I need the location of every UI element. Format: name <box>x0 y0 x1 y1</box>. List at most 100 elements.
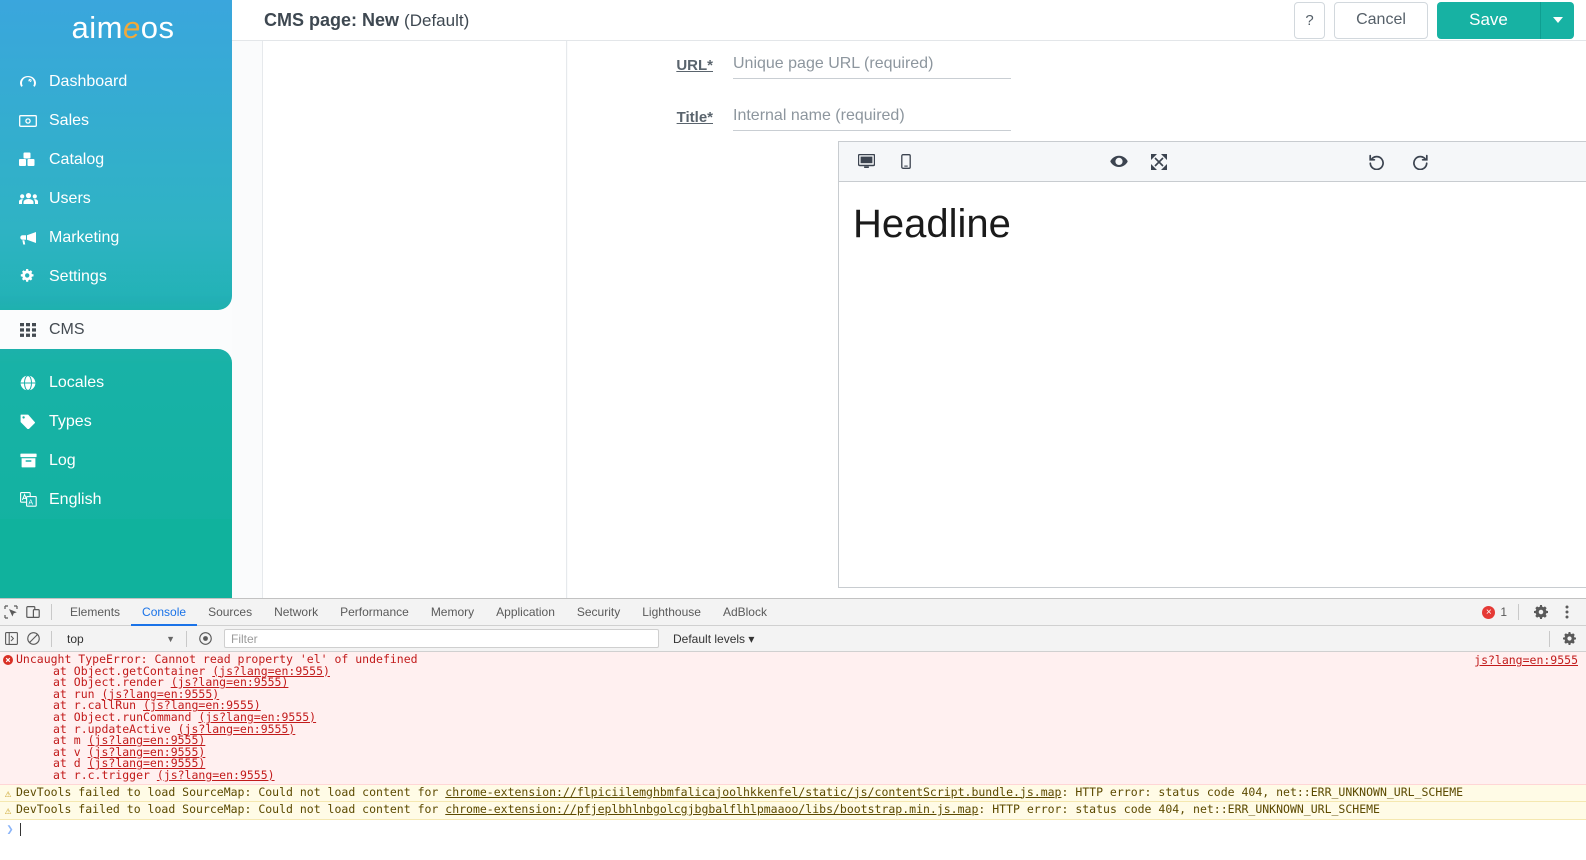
inspect-element-icon[interactable] <box>0 601 22 623</box>
tab-network[interactable]: Network <box>263 599 329 626</box>
redo-icon[interactable] <box>1407 149 1433 175</box>
boxes-icon <box>18 151 38 169</box>
application-window: aim e os Dashboard Sales Catalog Users M… <box>0 0 1586 598</box>
save-dropdown-button[interactable] <box>1540 1 1574 39</box>
sidebar-item-settings[interactable]: Settings <box>0 257 232 296</box>
warning-link[interactable]: chrome-extension://flpiciilemghbmfalicaj… <box>445 785 1061 799</box>
tab-sources[interactable]: Sources <box>197 599 263 626</box>
sidebar-item-users[interactable]: Users <box>0 179 232 218</box>
logo-text-before: aim <box>71 10 123 45</box>
undo-icon[interactable] <box>1363 149 1389 175</box>
help-button[interactable]: ? <box>1294 1 1325 39</box>
stack-link[interactable]: (js?lang=en:9555) <box>157 768 275 782</box>
tab-performance[interactable]: Performance <box>329 599 420 626</box>
canvas-headline[interactable]: Headline <box>853 200 1586 248</box>
money-icon <box>18 112 38 130</box>
sidebar-item-types[interactable]: Types <box>0 402 232 441</box>
title-input[interactable] <box>733 107 1011 125</box>
grid-icon <box>18 321 38 339</box>
tab-adblock[interactable]: AdBlock <box>712 599 778 626</box>
page-builder: Headline <box>838 141 1586 588</box>
execution-context-value: top <box>67 631 84 646</box>
clear-console-icon[interactable] <box>22 628 44 650</box>
title-field-wrap <box>733 107 1011 131</box>
console-input-cursor <box>20 823 21 837</box>
logo-text-accent: e <box>122 10 141 45</box>
sidebar-item-label: Log <box>49 451 76 469</box>
tab-console[interactable]: Console <box>131 599 198 626</box>
users-icon <box>18 190 38 208</box>
svg-text:A: A <box>28 499 33 506</box>
desktop-icon[interactable] <box>853 149 879 175</box>
topbar-actions: ? Cancel Save <box>1294 1 1586 39</box>
sidebar-item-log[interactable]: Log <box>0 441 232 480</box>
console-filter-input[interactable] <box>224 629 659 648</box>
history-buttons <box>1363 149 1433 175</box>
filterbar-right <box>1549 628 1586 650</box>
devtools-more-menu-icon[interactable] <box>1556 601 1578 623</box>
main-panel: URL* Title* <box>568 41 1586 598</box>
filterbar-divider-3 <box>1549 630 1550 647</box>
save-button[interactable]: Save <box>1437 1 1540 39</box>
warning-link[interactable]: chrome-extension://pfjeplbhlnbgolcgjbgba… <box>445 802 978 816</box>
devtools-settings-gear-icon[interactable] <box>1530 601 1552 623</box>
stack-text: at r.c.trigger <box>53 767 157 782</box>
console-log-levels-select[interactable]: Default levels ▾ <box>673 632 754 646</box>
sidebar-item-label: Types <box>49 412 92 430</box>
page-builder-canvas[interactable]: Headline <box>839 182 1586 587</box>
eye-icon[interactable] <box>1106 149 1132 175</box>
language-icon: A <box>18 491 38 509</box>
archive-icon <box>18 452 38 470</box>
sidebar-item-dashboard[interactable]: Dashboard <box>0 62 232 101</box>
tab-application[interactable]: Application <box>485 599 566 626</box>
console-warning-gutter: ⚠ <box>0 804 16 817</box>
tab-security[interactable]: Security <box>566 599 631 626</box>
tab-memory[interactable]: Memory <box>420 599 485 626</box>
url-field-wrap <box>733 55 1011 79</box>
sidebar-filler <box>0 519 232 598</box>
device-buttons <box>839 149 919 175</box>
mobile-icon[interactable] <box>893 149 919 175</box>
sidebar-item-english[interactable]: A English <box>0 480 232 519</box>
sidebar-item-label: Settings <box>49 267 107 285</box>
tab-lighthouse[interactable]: Lighthouse <box>631 599 712 626</box>
console-error-body: Uncaught TypeError: Cannot read property… <box>16 653 1586 782</box>
console-warning-body: DevTools failed to load SourceMap: Could… <box>16 802 1586 817</box>
devtools-tabbar-right: × 1 <box>1482 601 1586 623</box>
console-prompt-row[interactable]: ❯ <box>0 820 1586 840</box>
sidebar-item-sales[interactable]: Sales <box>0 101 232 140</box>
devtools-tabbar: Elements Console Sources Network Perform… <box>0 599 1586 626</box>
console-settings-gear-icon[interactable] <box>1558 628 1580 650</box>
warning-icon: ⚠ <box>4 804 12 818</box>
fullscreen-icon[interactable] <box>1146 149 1172 175</box>
console-warning-message[interactable]: ⚠ DevTools failed to load SourceMap: Cou… <box>0 784 1586 803</box>
console-filter-eye-icon[interactable] <box>194 628 216 650</box>
console-warning-message[interactable]: ⚠ DevTools failed to load SourceMap: Cou… <box>0 802 1586 820</box>
console-error-message[interactable]: Uncaught TypeError: Cannot read property… <box>0 652 1586 785</box>
chevron-down-icon: ▼ <box>166 633 175 644</box>
sidebar-item-catalog[interactable]: Catalog <box>0 140 232 179</box>
page-title: CMS page: New (Default) <box>264 10 469 31</box>
device-toolbar-icon[interactable] <box>22 601 44 623</box>
url-label: URL* <box>676 57 713 74</box>
console-sidebar-toggle-icon[interactable] <box>0 628 22 650</box>
tab-elements[interactable]: Elements <box>59 599 131 626</box>
aimeos-logo[interactable]: aim e os <box>0 0 232 56</box>
sidebar-item-label: Locales <box>49 373 105 391</box>
save-button-group: Save <box>1437 1 1574 39</box>
error-count-badge[interactable]: × 1 <box>1482 605 1507 619</box>
warning-prefix: DevTools failed to load SourceMap: Could… <box>16 802 446 817</box>
filterbar-divider <box>51 630 52 647</box>
toolbar-divider <box>51 604 52 620</box>
sidebar-item-cms[interactable]: CMS <box>0 310 232 349</box>
sidebar-item-label: CMS <box>49 320 85 338</box>
sidebar-item-marketing[interactable]: Marketing <box>0 218 232 257</box>
execution-context-select[interactable]: top ▼ <box>59 629 179 649</box>
console-error-source-link[interactable]: js?lang=en:9555 <box>1474 654 1578 667</box>
sidebar-item-label: Users <box>49 189 91 207</box>
chevron-down-icon <box>1552 17 1563 23</box>
sidebar-item-locales[interactable]: Locales <box>0 363 232 402</box>
cancel-button[interactable]: Cancel <box>1334 1 1428 39</box>
url-input[interactable] <box>733 55 1011 73</box>
sidebar-item-label: Sales <box>49 111 90 129</box>
